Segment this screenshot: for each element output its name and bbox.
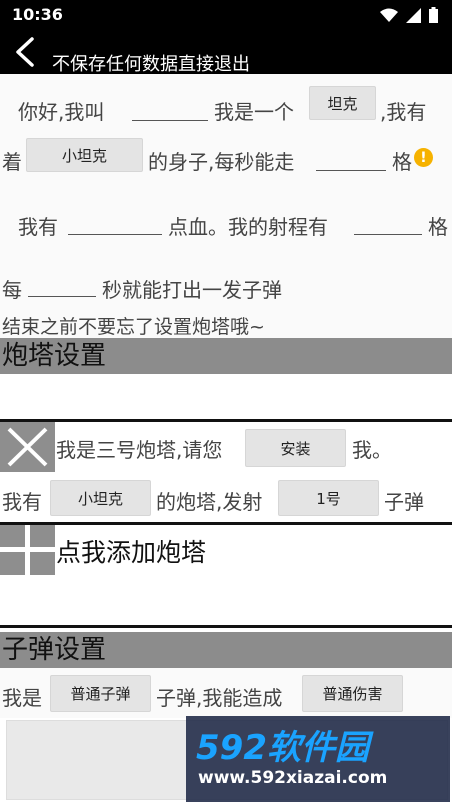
bullet-number-button[interactable]: 1号 bbox=[278, 480, 379, 516]
turret-have-prefix: 我有 bbox=[2, 490, 42, 514]
hello-text: 你好,我叫 bbox=[18, 100, 105, 124]
i-have-text: ,我有 bbox=[380, 100, 427, 124]
tank-body-button[interactable]: 小坦克 bbox=[26, 138, 143, 172]
watermark: 592软件园 www.592xiazai.com bbox=[186, 716, 450, 802]
wifi-icon bbox=[380, 8, 398, 22]
have-prefix-text: 着 bbox=[2, 150, 22, 174]
bullet-i-am-text: 我是 bbox=[2, 686, 42, 710]
damage-text: 子弹,我能造成 bbox=[156, 686, 283, 710]
turret-settings-header: 炮塔设置 bbox=[0, 338, 452, 374]
status-time: 10:36 bbox=[12, 5, 63, 24]
watermark-brand: 592软件园 bbox=[196, 728, 369, 768]
fire-text: 的炮塔,发射 bbox=[156, 490, 263, 514]
close-icon bbox=[7, 427, 48, 467]
battery-icon bbox=[429, 7, 438, 23]
bullet-suffix-text: 子弹 bbox=[384, 490, 424, 514]
damage-type-button[interactable]: 普通伤害 bbox=[302, 675, 403, 712]
turret-section-spacer bbox=[0, 374, 452, 419]
watermark-url: www.592xiazai.com bbox=[198, 768, 388, 788]
tank-form: 你好,我叫 我是一个 坦克 ,我有 着 小坦克 的身子,每秒能走 格 ! 我有 … bbox=[0, 74, 452, 338]
speed-input[interactable] bbox=[316, 170, 386, 171]
tank-type-button[interactable]: 坦克 bbox=[309, 86, 376, 120]
remove-turret-icon[interactable] bbox=[0, 422, 55, 472]
hp-prefix-text: 我有 bbox=[18, 215, 58, 239]
hp-suffix-text: 点血。我的射程有 bbox=[168, 215, 328, 239]
status-bar: 10:36 bbox=[0, 0, 452, 30]
add-turret-icon[interactable] bbox=[0, 525, 55, 575]
install-button[interactable]: 安装 bbox=[245, 429, 346, 467]
turret-item: 我是三号炮塔,请您 安装 我。 我有 小坦克 的炮塔,发射 1号 子弹 bbox=[0, 422, 452, 522]
plus-icon bbox=[0, 525, 55, 575]
back-arrow-icon[interactable] bbox=[10, 36, 40, 68]
warning-icon[interactable]: ! bbox=[414, 148, 433, 167]
range-unit-text: 格 bbox=[428, 215, 448, 239]
signal-icon bbox=[406, 7, 421, 23]
exit-without-saving-title[interactable]: 不保存任何数据直接退出 bbox=[52, 50, 250, 76]
bullet-settings-header: 子弹设置 bbox=[0, 632, 452, 668]
every-text: 每 bbox=[2, 278, 22, 302]
hp-input[interactable] bbox=[68, 234, 162, 235]
me-text: 我。 bbox=[352, 438, 392, 462]
add-turret-row[interactable]: 点我添加炮塔 bbox=[0, 525, 452, 625]
turret-reminder-text: 结束之前不要忘了设置炮塔哦~ bbox=[2, 316, 265, 338]
grid-unit-text: 格 bbox=[392, 150, 412, 174]
bullet-row: 我是 普通子弹 子弹,我能造成 普通伤害 bbox=[0, 668, 452, 718]
turret-divider-bottom bbox=[0, 625, 452, 628]
i-am-a-text: 我是一个 bbox=[214, 100, 294, 124]
status-icons bbox=[380, 7, 438, 23]
turret-text: 我是三号炮塔,请您 bbox=[56, 438, 223, 462]
name-input[interactable] bbox=[132, 120, 208, 121]
range-input[interactable] bbox=[354, 234, 422, 235]
turret-type-button[interactable]: 小坦克 bbox=[50, 480, 151, 516]
body-suffix-text: 的身子,每秒能走 bbox=[148, 150, 295, 174]
app-bar: 不保存任何数据直接退出 bbox=[0, 30, 452, 76]
shoot-text: 秒就能打出一发子弹 bbox=[102, 278, 282, 302]
fire-interval-input[interactable] bbox=[28, 296, 96, 297]
bullet-type-button[interactable]: 普通子弹 bbox=[50, 675, 151, 712]
add-turret-label[interactable]: 点我添加炮塔 bbox=[56, 533, 206, 569]
